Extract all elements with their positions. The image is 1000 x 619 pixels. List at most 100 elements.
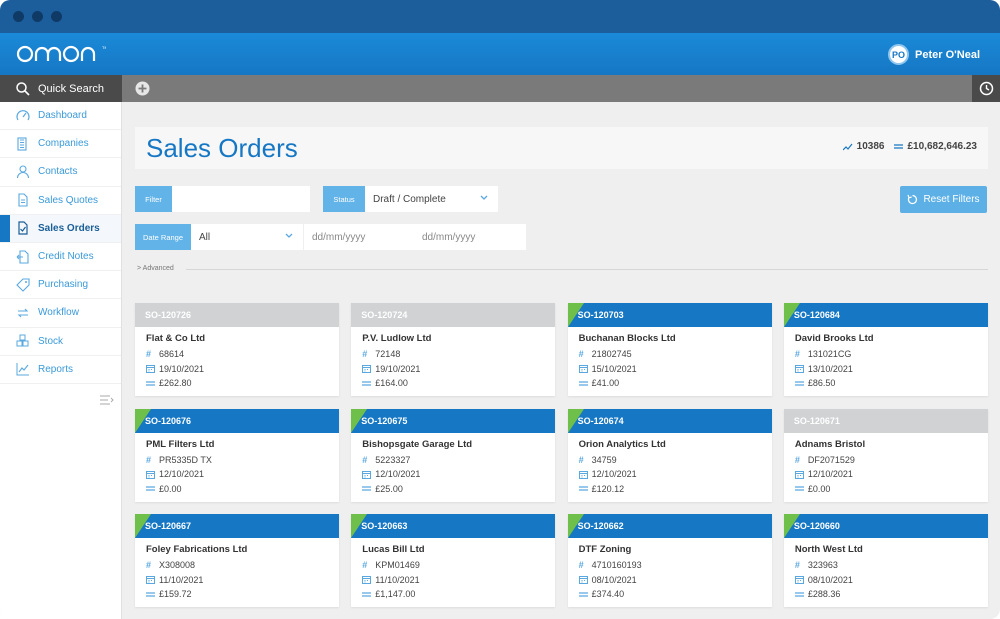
sidebar-item-dashboard[interactable]: Dashboard [0, 102, 121, 131]
date-from-input[interactable]: dd/mm/yyyy [304, 224, 414, 250]
window-zoom-dot[interactable] [51, 11, 62, 22]
order-card[interactable]: SO-120663 Lucas Bill Ltd # KPM01469 11/10/20… [351, 514, 556, 607]
hash-icon: # [578, 454, 584, 465]
order-card[interactable]: SO-120676 PML Filters Ltd # PR5335D TX 12/10… [135, 408, 339, 502]
order-customer: Adnams Bristol [794, 438, 866, 450]
reset-filters-label: Reset Filters [923, 194, 980, 205]
order-total-stat: £10,682,646.23 [894, 141, 977, 152]
order-amount: £262.80 [159, 378, 192, 389]
sidebar-item-purchasing[interactable]: Purchasing [0, 271, 121, 300]
calendar-icon [794, 575, 805, 585]
order-date: 08/10/2021 [807, 574, 853, 585]
sidebar-item-credit-notes[interactable]: Credit Notes [0, 243, 121, 272]
order-amount: £41.00 [591, 378, 620, 389]
sidebar-item-sales-orders[interactable]: Sales Orders [0, 214, 121, 243]
sidebar-item-label: Companies [38, 138, 89, 150]
order-card-header: SO-120726 [135, 303, 339, 327]
sidebar-item-label: Credit Notes [38, 251, 94, 263]
order-card[interactable]: SO-120726 Flat & Co Ltd #68614 19/10/2021 £2… [135, 303, 339, 396]
order-amount: £374.40 [591, 589, 625, 600]
order-ref: 21802745 [591, 349, 632, 360]
search-icon [16, 81, 30, 96]
hash-icon: # [578, 349, 584, 360]
order-date: 12/10/2021 [159, 469, 205, 480]
calendar-icon [362, 575, 372, 585]
order-ref: 131021CG [807, 349, 852, 360]
add-button[interactable] [135, 81, 150, 99]
date-range-label: Date Range [135, 224, 191, 250]
page-title: Sales Orders [146, 133, 298, 163]
date-to-input[interactable]: dd/mm/yyyy [414, 224, 526, 250]
order-card[interactable]: SO-120671 Adnams Bristol # DF2071529 12/10/2… [783, 408, 988, 502]
reset-icon [907, 194, 918, 205]
sidebar-item-label: Contacts [38, 166, 78, 178]
sidebar-item-label: Workflow [38, 307, 79, 319]
order-card[interactable]: SO-120662 DTF Zoning #4710160193 08/10/2021… [567, 514, 772, 607]
window-close-dot[interactable] [13, 11, 24, 22]
order-stats: 10386 £10,682,646.23 [833, 141, 977, 152]
order-card[interactable]: SO-120674 Orion Analytics Ltd #34759 12/10/… [567, 408, 772, 502]
omono-logo[interactable]: TM omono [16, 42, 108, 67]
user-menu[interactable]: PO Peter O'Neal [888, 44, 980, 65]
order-amount: £159.72 [159, 589, 192, 600]
order-card[interactable]: SO-120675 Bishopsgate Garage Ltd #5223327 1… [351, 408, 556, 502]
sidebar-item-reports[interactable]: Reports [0, 356, 121, 384]
order-amount: £0.00 [807, 483, 831, 494]
order-id: SO-120726 [145, 310, 192, 320]
order-customer: Lucas Bill Ltd [362, 544, 425, 555]
history-button[interactable] [972, 75, 1000, 102]
page-header: Sales Orders 10386 £10,682,646.23 [135, 127, 988, 169]
order-card-header: SO-120667 [135, 514, 339, 538]
sidebar-item-workflow[interactable]: Workflow [0, 299, 121, 328]
date-to-placeholder: dd/mm/yyyy [422, 231, 476, 243]
sidebar-item-label: Sales Quotes [38, 194, 99, 206]
collapse-menu-icon[interactable] [100, 394, 114, 408]
filter-input[interactable] [172, 186, 310, 212]
order-card[interactable]: SO-120684 David Brooks Ltd #131021CG 13/10/… [783, 303, 988, 396]
order-ref: 323963 [807, 560, 838, 571]
gauge-icon [16, 109, 30, 120]
order-date: 15/10/2021 [591, 363, 637, 374]
sidebar-item-contacts[interactable]: Contacts [0, 158, 121, 187]
order-amount: £164.00 [375, 378, 408, 389]
order-customer: Flat & Co Ltd [146, 333, 206, 344]
order-id: SO-120667 [145, 521, 192, 531]
order-card[interactable]: SO-120724 P.V. Ludlow Ltd #72148 19/10/2021… [351, 303, 556, 396]
sidebar-item-label: Reports [38, 363, 74, 375]
order-card[interactable]: SO-120660 North West Ltd #323963 08/10/2021… [783, 514, 988, 607]
reset-filters-button[interactable]: Reset Filters [900, 186, 987, 213]
quick-search-button[interactable]: Quick Search [0, 75, 122, 102]
sidebar-item-companies[interactable]: Companies [0, 130, 121, 159]
equals-icon [794, 485, 805, 492]
calendar-icon [578, 364, 589, 374]
order-card-header: SO-120662 [567, 514, 772, 538]
order-customer: Foley Fabrications Ltd [146, 544, 248, 555]
order-amount: £288.36 [807, 589, 841, 600]
equals-icon [578, 591, 589, 598]
date-range-select[interactable]: All [191, 224, 303, 250]
window-minimize-dot[interactable] [32, 11, 43, 22]
order-amount: £1,147.00 [375, 589, 416, 600]
order-id: SO-120676 [145, 415, 192, 426]
order-card-header: SO-120676 [135, 408, 339, 433]
date-from-placeholder: dd/mm/yyyy [312, 231, 366, 243]
advanced-toggle[interactable]: > Advanced [137, 265, 174, 272]
logo-mark-icon: TM [16, 45, 108, 63]
sidebar-item-stock[interactable]: Stock [0, 328, 121, 356]
order-date: 08/10/2021 [591, 574, 637, 585]
checked-document-icon [18, 221, 28, 235]
status-select[interactable]: Draft / Complete [365, 186, 498, 212]
calendar-icon [578, 575, 589, 585]
calendar-icon [362, 364, 372, 374]
order-card[interactable]: SO-120667 Foley Fabrications Ltd # X308008 1… [135, 514, 339, 607]
hash-icon: # [146, 560, 152, 571]
order-date: 19/10/2021 [159, 363, 205, 374]
sidebar-item-sales-quotes[interactable]: Sales Quotes [0, 187, 121, 215]
plus-circle-icon [135, 81, 150, 96]
order-card[interactable]: SO-120703 Buchanan Blocks Ltd #21802745 15/… [567, 303, 772, 396]
chart-icon [16, 363, 29, 376]
status-label: Status [323, 186, 365, 212]
quick-search-label: Quick Search [38, 82, 105, 95]
order-date: 12/10/2021 [807, 469, 853, 480]
sidebar: Dashboard Companies Contacts Sales Quotes Sa… [0, 102, 122, 619]
